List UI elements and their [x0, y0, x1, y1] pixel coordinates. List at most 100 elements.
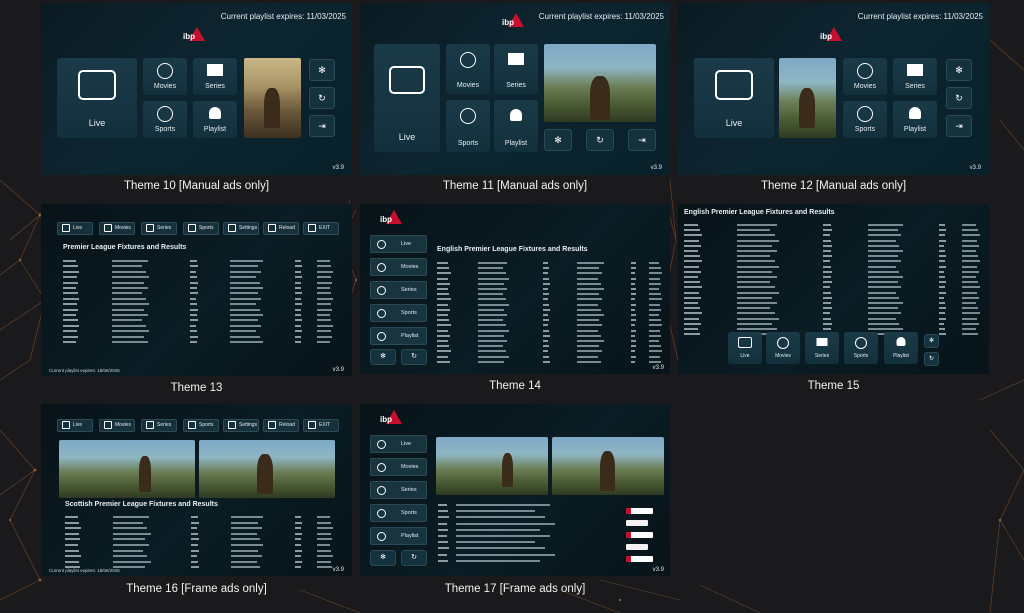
movies-tile[interactable]: Movies — [143, 58, 187, 95]
theme-card-17[interactable]: ibp Live Movies Series Sports Playlist ✻… — [360, 404, 670, 598]
nav-settings[interactable]: Settings — [223, 419, 259, 432]
settings-button[interactable]: ✻ — [370, 550, 396, 566]
fixture-row — [684, 328, 980, 331]
app-logo: ibp — [502, 13, 524, 31]
series-tile[interactable]: Series — [805, 332, 839, 364]
series-tile[interactable]: Series — [893, 58, 937, 95]
theme-card-16[interactable]: Live Movies Series Sports Settings Reloa… — [41, 404, 352, 598]
reload-icon: ↻ — [955, 93, 963, 103]
theme-preview-12[interactable]: ibp Current playlist expires: 11/03/2025… — [678, 3, 989, 175]
reload-button[interactable]: ↻ — [586, 129, 614, 151]
side-movies[interactable]: Movies — [370, 258, 427, 276]
exit-button[interactable]: ⇥ — [309, 115, 335, 137]
gear-icon: ✻ — [554, 135, 562, 145]
nav-sports[interactable]: Sports — [183, 222, 219, 235]
theme-card-12[interactable]: ibp Current playlist expires: 11/03/2025… — [678, 3, 989, 195]
users-icon — [510, 109, 522, 121]
channel-logo — [626, 544, 648, 550]
reload-icon: ↻ — [411, 554, 417, 561]
gear-icon: ✻ — [955, 65, 963, 75]
nav-settings[interactable]: Settings — [223, 222, 259, 235]
reload-button[interactable]: ↻ — [401, 349, 427, 365]
theme-card-11[interactable]: ibp Current playlist expires: 11/03/2025… — [360, 3, 670, 195]
reload-button[interactable]: ↻ — [401, 550, 427, 566]
movies-tile[interactable]: Movies — [843, 58, 887, 95]
reload-button[interactable]: ↻ — [946, 87, 972, 109]
theme-card-15[interactable]: English Premier League Fixtures and Resu… — [678, 204, 989, 396]
nav-live[interactable]: Live — [57, 419, 93, 432]
fixture-row — [684, 224, 980, 227]
series-tile[interactable]: Series — [494, 44, 538, 94]
sports-tile[interactable]: Sports — [143, 101, 187, 138]
fixture-row — [65, 555, 333, 558]
theme-preview-16[interactable]: Live Movies Series Sports Settings Reloa… — [41, 404, 352, 576]
playlist-tile[interactable]: Playlist — [494, 100, 538, 152]
fixtures-title: Premier League Fixtures and Results — [63, 244, 187, 251]
side-movies[interactable]: Movies — [370, 458, 427, 476]
fixture-row — [63, 265, 333, 268]
ball-icon — [157, 106, 173, 122]
movies-tile[interactable]: Movies — [446, 44, 490, 94]
live-tile[interactable]: Live — [694, 58, 774, 138]
theme-preview-13[interactable]: Live Movies Series Sports Settings Reloa… — [41, 204, 352, 376]
sports-tile[interactable]: Sports — [843, 101, 887, 138]
live-tile[interactable]: Live — [728, 332, 762, 364]
series-tile[interactable]: Series — [193, 58, 237, 95]
side-live[interactable]: Live — [370, 435, 427, 453]
nav-series[interactable]: Series — [141, 419, 177, 432]
ad-banner-left — [436, 437, 548, 495]
side-playlist[interactable]: Playlist — [370, 327, 427, 345]
theme-card-10[interactable]: ibp Current playlist expires: 11/03/2025… — [41, 3, 352, 195]
nav-exit[interactable]: EXIT — [303, 419, 339, 432]
side-playlist[interactable]: Playlist — [370, 527, 427, 545]
nav-live[interactable]: Live — [57, 222, 93, 235]
theme-preview-14[interactable]: ibp Live Movies Series Sports Playlist ✻… — [360, 204, 670, 374]
fixture-row — [438, 547, 618, 550]
nav-movies[interactable]: Movies — [99, 419, 135, 432]
theme-preview-10[interactable]: ibp Current playlist expires: 11/03/2025… — [41, 3, 352, 175]
exit-button[interactable]: ⇥ — [628, 129, 656, 151]
side-sports[interactable]: Sports — [370, 304, 427, 322]
live-tile[interactable]: Live — [374, 44, 440, 152]
playlist-tile[interactable]: Playlist — [893, 101, 937, 138]
settings-button[interactable]: ✻ — [370, 349, 396, 365]
sports-tile[interactable]: Sports — [446, 100, 490, 152]
live-tile[interactable]: Live — [57, 58, 137, 138]
settings-button[interactable]: ✻ — [544, 129, 572, 151]
theme-card-13[interactable]: Live Movies Series Sports Settings Reloa… — [41, 204, 352, 396]
settings-button[interactable]: ✻ — [946, 59, 972, 81]
fixture-row — [63, 324, 333, 328]
fixture-row — [437, 272, 662, 275]
ball-icon — [855, 337, 867, 349]
side-live[interactable]: Live — [370, 235, 427, 253]
fixture-row — [437, 288, 662, 291]
side-sports[interactable]: Sports — [370, 504, 427, 522]
nav-exit[interactable]: EXIT — [303, 222, 339, 235]
settings-button[interactable]: ✻ — [924, 334, 939, 348]
theme-card-14[interactable]: ibp Live Movies Series Sports Playlist ✻… — [360, 204, 670, 396]
nav-reload[interactable]: Reload — [263, 222, 299, 235]
nav-movies[interactable]: Movies — [99, 222, 135, 235]
sports-tile[interactable]: Sports — [844, 332, 878, 364]
fixture-row — [438, 541, 618, 544]
theme-preview-11[interactable]: ibp Current playlist expires: 11/03/2025… — [360, 3, 670, 175]
nav-reload[interactable]: Reload — [263, 419, 299, 432]
settings-button[interactable]: ✻ — [309, 59, 335, 81]
side-series[interactable]: Series — [370, 281, 427, 299]
playlist-tile[interactable]: Playlist — [193, 101, 237, 138]
exit-button[interactable]: ⇥ — [946, 115, 972, 137]
movies-tile[interactable]: Movies — [766, 332, 800, 364]
playlist-expiry: Current playlist expires: 18/06/2025 — [49, 368, 120, 373]
ad-banner-right — [199, 440, 335, 498]
theme-preview-17[interactable]: ibp Live Movies Series Sports Playlist ✻… — [360, 404, 670, 576]
nav-sports[interactable]: Sports — [183, 419, 219, 432]
reload-button[interactable]: ↻ — [924, 352, 939, 366]
playlist-tile[interactable]: Playlist — [884, 332, 918, 364]
fixture-row — [437, 334, 662, 338]
nav-series[interactable]: Series — [141, 222, 177, 235]
fixture-row — [437, 298, 662, 301]
reload-button[interactable]: ↻ — [309, 87, 335, 109]
theme-preview-15[interactable]: English Premier League Fixtures and Resu… — [678, 204, 989, 374]
fixture-row — [684, 291, 980, 295]
side-series[interactable]: Series — [370, 481, 427, 499]
